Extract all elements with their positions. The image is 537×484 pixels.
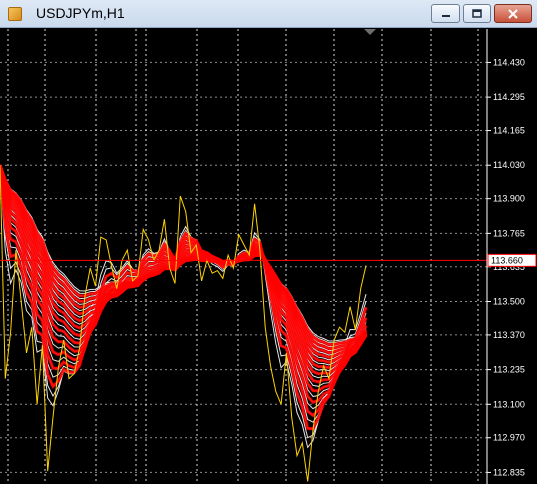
- chart-window: USDJPYm,H1 114.430 114.295 114.165 114.030 1…: [0, 0, 537, 484]
- price-axis-label: 114.430: [493, 57, 525, 67]
- close-icon: [508, 8, 518, 19]
- price-axis-label: 113.765: [493, 228, 525, 238]
- price-axis-label: 114.295: [493, 92, 525, 102]
- price-axis-label: 113.500: [493, 296, 525, 306]
- restore-icon: [472, 8, 482, 18]
- minimize-icon: [441, 14, 450, 17]
- price-axis-label: 112.970: [493, 433, 525, 443]
- price-axis-label: 114.030: [493, 160, 525, 170]
- window-title: USDJPYm,H1: [36, 5, 125, 21]
- price-axis-label: 113.900: [493, 194, 525, 204]
- chart-shift-marker-icon: [364, 29, 376, 35]
- price-line: [0, 165, 367, 482]
- price-axis-label: 113.100: [493, 399, 525, 409]
- price-chart[interactable]: 114.430 114.295 114.165 114.030 113.900 113.7…: [0, 29, 537, 484]
- price-axis-label: 114.165: [493, 126, 525, 136]
- price-axis-label: 113.370: [493, 330, 525, 340]
- minimize-button[interactable]: [431, 4, 460, 23]
- current-price-label: 113.660: [491, 255, 523, 265]
- chart-window-icon: [8, 7, 22, 21]
- close-button[interactable]: [494, 4, 532, 23]
- chart-plot-area[interactable]: 114.430 114.295 114.165 114.030 113.900 113.7…: [0, 29, 537, 484]
- restore-button[interactable]: [463, 4, 491, 23]
- title-bar[interactable]: USDJPYm,H1: [0, 0, 537, 28]
- price-axis-label: 112.835: [493, 467, 525, 477]
- price-axis-label: 113.235: [493, 365, 525, 375]
